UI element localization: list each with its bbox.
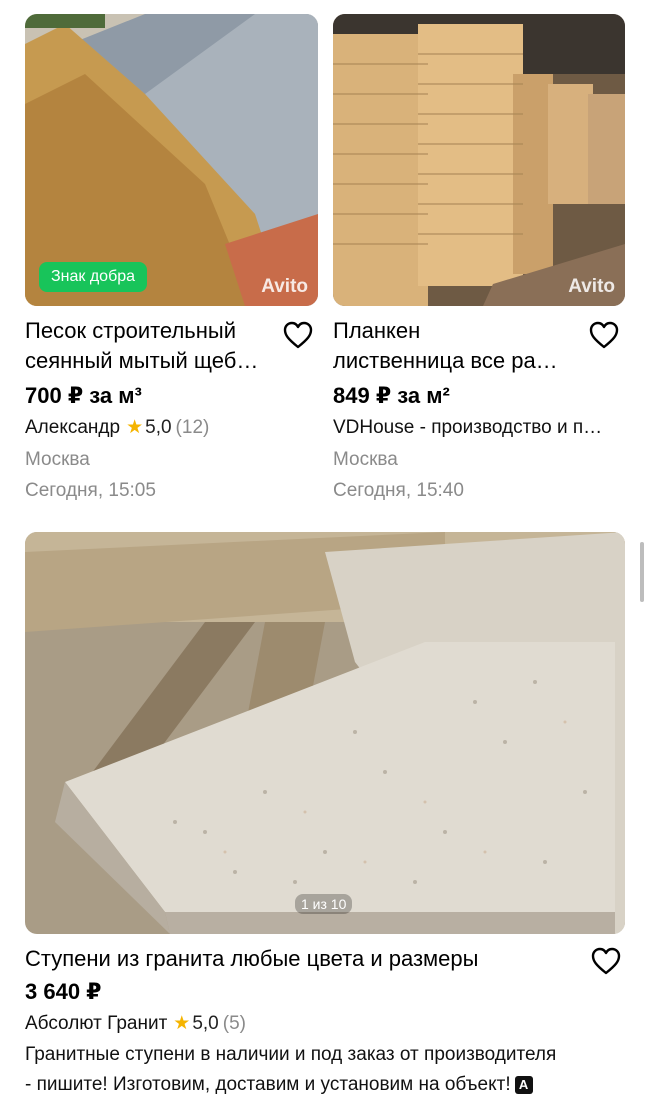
star-icon: ★ bbox=[173, 1013, 191, 1034]
listing-date: Сегодня, 15:40 bbox=[333, 480, 464, 501]
heart-outline-icon[interactable] bbox=[588, 320, 620, 350]
seller-info[interactable]: Абсолют Гранит ★ 5,0 (5) bbox=[25, 1011, 246, 1037]
seller-name: Александр bbox=[25, 417, 121, 438]
seller-name: Абсолют Гранит bbox=[25, 1013, 168, 1034]
star-icon: ★ bbox=[126, 417, 144, 438]
ai-badge-icon: A bbox=[514, 1076, 533, 1094]
seller-info[interactable]: Александр ★ 5,0 (12) bbox=[25, 415, 209, 441]
listing-image-granite[interactable]: 1 из 10 bbox=[25, 532, 625, 934]
heart-outline-icon[interactable] bbox=[590, 946, 622, 976]
description-line: Гранитные ступени в наличии и под заказ … bbox=[25, 1044, 557, 1065]
review-count: (12) bbox=[175, 417, 210, 438]
listing-city: Москва bbox=[25, 449, 90, 470]
listing-date: Сегодня, 15:05 bbox=[25, 480, 156, 501]
listing-image-planken[interactable]: Avito bbox=[333, 14, 625, 306]
description-text: - пишите! Изготовим, доставим и установи… bbox=[25, 1074, 511, 1095]
charity-badge: Знак добра bbox=[39, 262, 148, 292]
title-line: сеянный мытый щеб… bbox=[25, 348, 259, 373]
listing-city: Москва bbox=[333, 449, 398, 470]
listing-price: 3 640 ₽ bbox=[25, 979, 102, 1004]
title-line: Планкен bbox=[333, 318, 421, 343]
heart-outline-icon[interactable] bbox=[282, 320, 314, 350]
image-counter: 1 из 10 bbox=[295, 894, 353, 914]
listing-title[interactable]: Планкен лиственница все ра… bbox=[333, 316, 593, 376]
scrollbar[interactable] bbox=[640, 542, 644, 602]
seller-name: VDHouse - производство и п… bbox=[333, 417, 603, 438]
listing-image-sand[interactable]: Знак добра Avito bbox=[25, 14, 318, 306]
listing-description: Гранитные ступени в наличии и под заказ … bbox=[25, 1040, 635, 1098]
listing-price: 700 ₽ за м³ bbox=[25, 383, 142, 408]
seller-info[interactable]: VDHouse - производство и п… bbox=[333, 415, 602, 441]
avito-watermark: Avito bbox=[568, 276, 615, 297]
listing-price: 849 ₽ за м² bbox=[333, 383, 450, 408]
seller-rating: 5,0 bbox=[145, 417, 172, 438]
listing-title[interactable]: Песок строительный сеянный мытый щеб… bbox=[25, 316, 285, 376]
review-count: (5) bbox=[222, 1013, 246, 1034]
listing-card-granite[interactable]: 1 из 10 Ступени из гранита любые цвета и… bbox=[0, 520, 650, 1098]
avito-watermark: Avito bbox=[261, 276, 308, 297]
seller-rating: 5,0 bbox=[192, 1013, 219, 1034]
listing-title[interactable]: Ступени из гранита любые цвета и размеры bbox=[25, 944, 585, 974]
title-line: Песок строительный bbox=[25, 318, 236, 343]
title-line: лиственница все ра… bbox=[333, 348, 558, 373]
description-line: - пишите! Изготовим, доставим и установи… bbox=[25, 1070, 635, 1098]
listing-card-sand[interactable]: Знак добра Avito Песок строительный сеян… bbox=[0, 0, 325, 520]
listing-card-planken[interactable]: Avito Планкен лиственница все ра… 849 ₽ … bbox=[325, 0, 650, 520]
